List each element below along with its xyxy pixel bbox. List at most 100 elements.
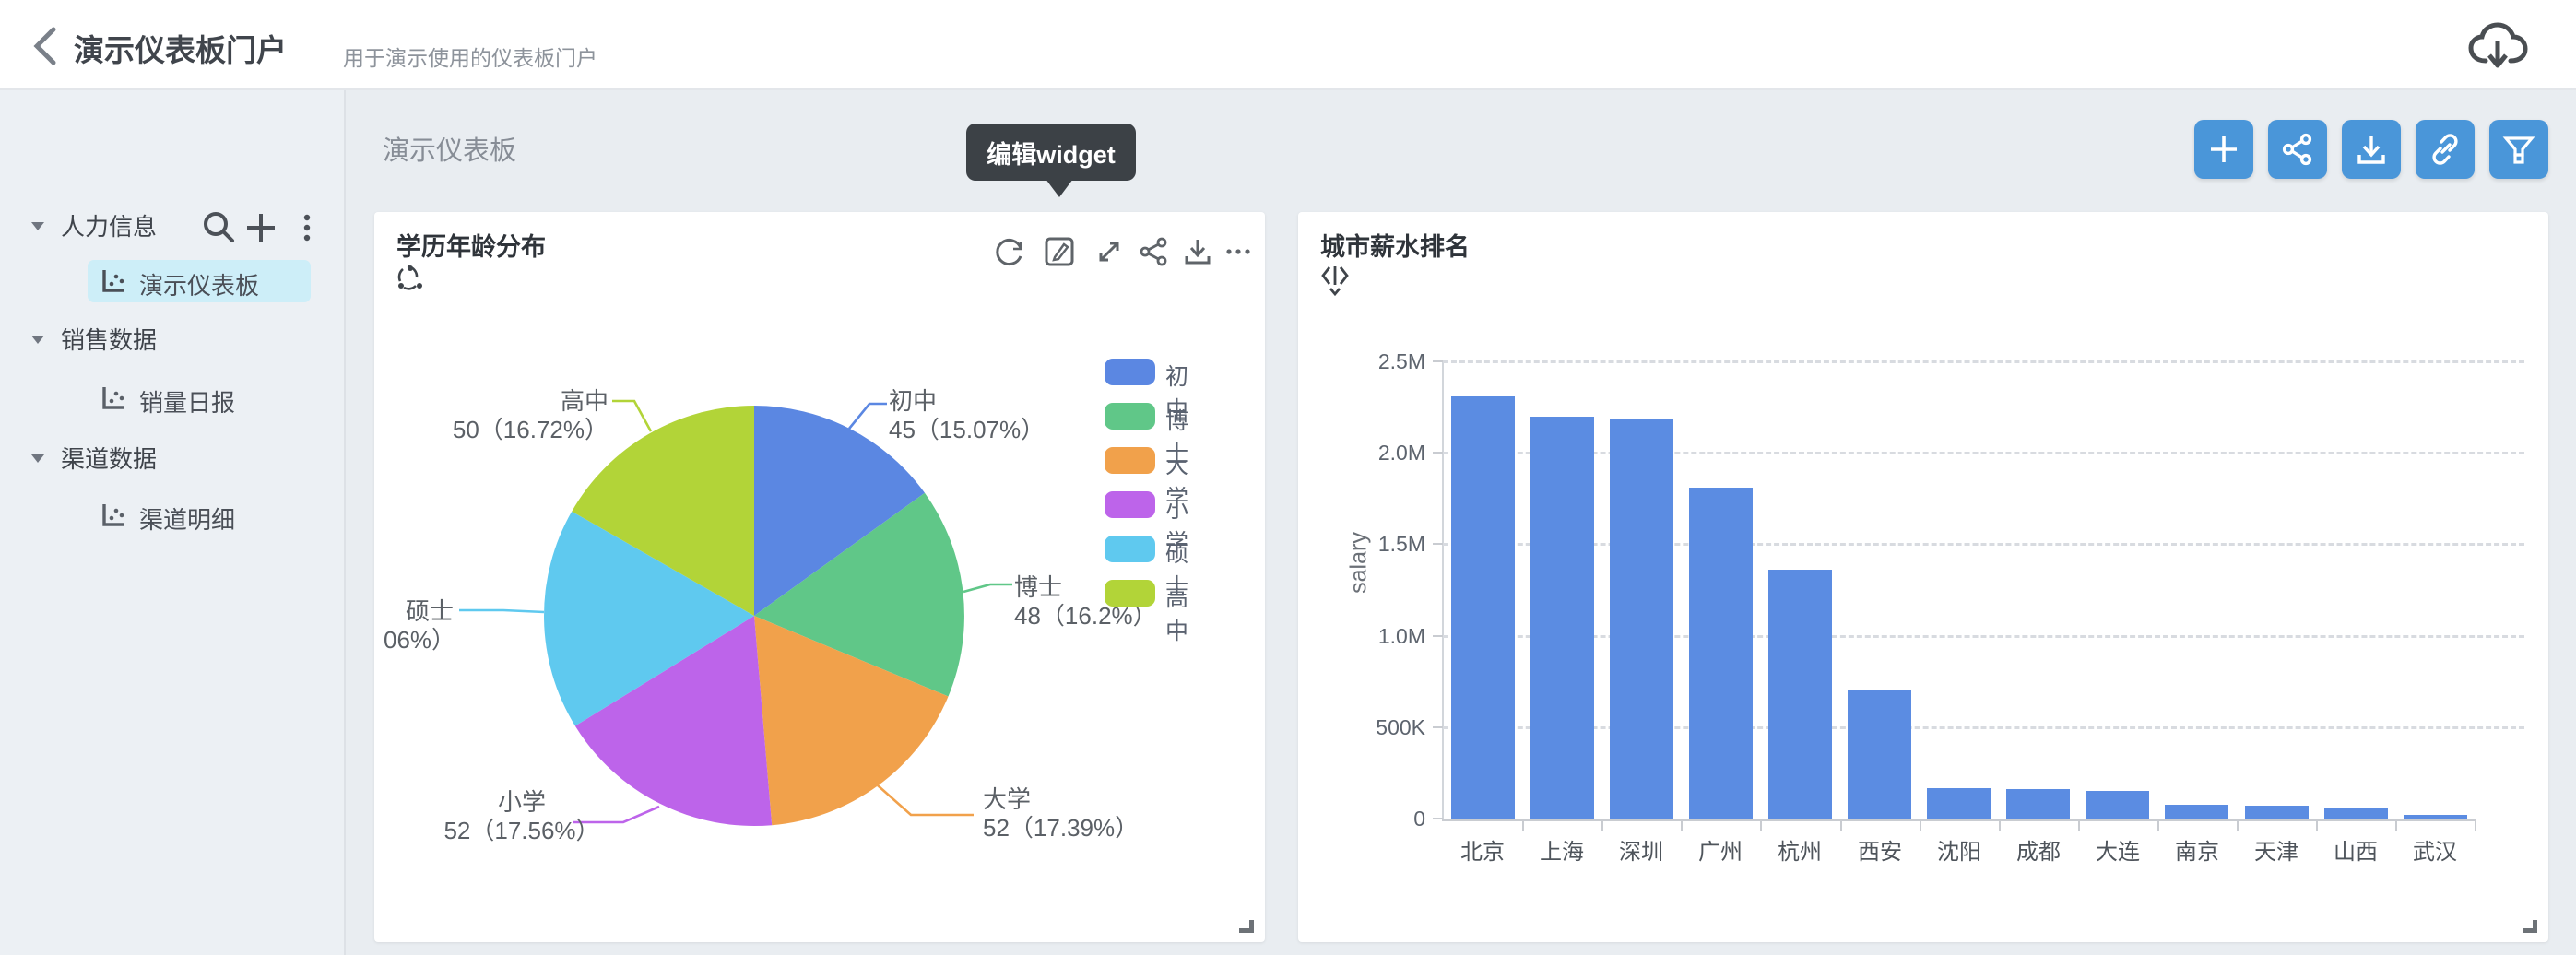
- sidebar-group-channel[interactable]: 渠道数据: [0, 437, 346, 478]
- pie-label-line: [963, 584, 1012, 592]
- bar-沈阳[interactable]: [1927, 788, 1991, 819]
- bar-西安[interactable]: [1848, 690, 1911, 819]
- x-tick: [2475, 821, 2476, 831]
- sidebar-item-channel-detail[interactable]: 渠道明细: [88, 494, 311, 536]
- sidebar-group-label: 渠道数据: [61, 441, 157, 475]
- sidebar-item-label: 销量日报: [139, 384, 235, 419]
- pie-label-小学: 小学52（17.56%）: [411, 788, 632, 845]
- x-tick: [1681, 821, 1683, 831]
- bar-南京[interactable]: [2165, 805, 2228, 819]
- sidebar: 人力信息 演示仪表板 销售数据 销量日报 渠道数据 渠道明细: [0, 90, 346, 955]
- pie-label-line: [612, 401, 651, 431]
- bar-大连[interactable]: [2086, 791, 2149, 819]
- x-axis-label: 杭州: [1760, 833, 1839, 866]
- x-axis-label: 大连: [2078, 833, 2157, 866]
- link-button[interactable]: [2416, 120, 2475, 179]
- sidebar-item-label: 渠道明细: [139, 501, 235, 536]
- x-axis-label: 西安: [1840, 833, 1920, 866]
- chart-icon: [100, 385, 126, 416]
- share-button[interactable]: [2268, 120, 2327, 179]
- bar-天津[interactable]: [2245, 806, 2309, 819]
- bar-widget-card: 城市薪水排名 salary 0500K1.0M1.5M2.0M2.5M北京上海深…: [1298, 212, 2548, 942]
- portal-subtitle: 用于演示使用的仪表板门户: [343, 41, 597, 72]
- x-tick: [2157, 821, 2159, 831]
- x-axis-label: 南京: [2157, 833, 2237, 866]
- bar-深圳[interactable]: [1610, 419, 1673, 819]
- bar-北京[interactable]: [1451, 396, 1515, 819]
- x-tick: [2237, 821, 2239, 831]
- x-axis-label: 深圳: [1601, 833, 1681, 866]
- legend-swatch: [1105, 447, 1155, 474]
- x-tick: [2395, 821, 2397, 831]
- x-axis-label: 沈阳: [1920, 833, 1999, 866]
- portal-title: 演示仪表板门户: [74, 26, 287, 70]
- pie-widget-card: 学历年龄分布 初中45（15.07%）博士48（16.2%）大学52（17.39…: [374, 212, 1265, 942]
- gridline: [1443, 452, 2524, 454]
- pie-label-高中: 高中50（16.72%）: [424, 387, 609, 444]
- chart-icon: [100, 502, 126, 533]
- gridline: [1443, 635, 2524, 638]
- gridline: [1443, 360, 2524, 363]
- pie-label-硕士: 硕士06%）: [384, 597, 454, 654]
- bar-山西[interactable]: [2324, 808, 2388, 819]
- back-arrow-icon[interactable]: [26, 24, 66, 68]
- sidebar-item-sales-daily[interactable]: 销量日报: [88, 377, 311, 419]
- bar-成都[interactable]: [2006, 789, 2070, 819]
- y-tick-label: 500K: [1315, 715, 1425, 740]
- legend-swatch: [1105, 536, 1155, 562]
- filter-button[interactable]: [2489, 120, 2548, 179]
- x-axis-label: 天津: [2237, 833, 2316, 866]
- sidebar-item-label: 演示仪表板: [139, 267, 259, 301]
- x-axis-label: 上海: [1522, 833, 1601, 866]
- gridline: [1443, 726, 2524, 729]
- bar-chart: salary 0500K1.0M1.5M2.0M2.5M北京上海深圳广州杭州西安…: [1298, 212, 2548, 942]
- legend-swatch: [1105, 491, 1155, 518]
- y-tick: [1433, 452, 1443, 454]
- dashboard-title: 演示仪表板: [383, 129, 516, 168]
- x-tick: [2316, 821, 2318, 831]
- y-tick-label: 1.5M: [1315, 532, 1425, 557]
- x-tick: [2078, 821, 2080, 831]
- resize-handle-icon[interactable]: [2523, 920, 2537, 933]
- sidebar-item-demo-dashboard[interactable]: 演示仪表板: [88, 260, 311, 302]
- caret-down-icon: [30, 452, 46, 469]
- sidebar-group-label: 销售数据: [61, 322, 157, 356]
- gridline: [1443, 543, 2524, 546]
- x-tick: [1920, 821, 1921, 831]
- legend-swatch: [1105, 359, 1155, 385]
- caret-down-icon: [30, 219, 46, 237]
- legend-swatch: [1105, 403, 1155, 430]
- x-axis-label: 成都: [1999, 833, 2078, 866]
- chart-icon: [100, 268, 126, 299]
- tooltip-arrow: [1046, 179, 1073, 197]
- y-tick: [1433, 635, 1443, 637]
- bar-杭州[interactable]: [1768, 570, 1832, 819]
- caret-down-icon: [30, 333, 46, 350]
- bar-上海[interactable]: [1530, 417, 1594, 819]
- pie-label-初中: 初中45（15.07%）: [889, 387, 1128, 444]
- x-axis-label: 山西: [2316, 833, 2395, 866]
- pie-label-大学: 大学52（17.39%）: [983, 785, 1223, 843]
- x-tick: [1601, 821, 1603, 831]
- bar-广州[interactable]: [1689, 488, 1753, 819]
- x-axis-label: 武汉: [2395, 833, 2475, 866]
- add-button[interactable]: [2194, 120, 2253, 179]
- x-axis: [1442, 819, 2476, 821]
- y-tick: [1433, 726, 1443, 728]
- y-tick-label: 1.0M: [1315, 624, 1425, 649]
- bar-武汉[interactable]: [2404, 815, 2467, 819]
- x-axis-label: 广州: [1681, 833, 1760, 866]
- pie-label-line: [459, 610, 544, 612]
- x-tick: [1760, 821, 1762, 831]
- legend-label: 高中: [1165, 580, 1188, 646]
- sidebar-group-sales[interactable]: 销售数据: [0, 318, 346, 359]
- sidebar-group-hr[interactable]: 人力信息: [0, 205, 346, 245]
- download-button[interactable]: [2342, 120, 2401, 179]
- cloud-download-icon[interactable]: [2465, 20, 2530, 72]
- y-tick: [1433, 818, 1443, 819]
- x-tick: [1840, 821, 1842, 831]
- y-tick-label: 2.0M: [1315, 441, 1425, 466]
- legend-swatch: [1105, 580, 1155, 607]
- y-tick: [1433, 360, 1443, 362]
- y-tick-label: 0: [1315, 807, 1425, 831]
